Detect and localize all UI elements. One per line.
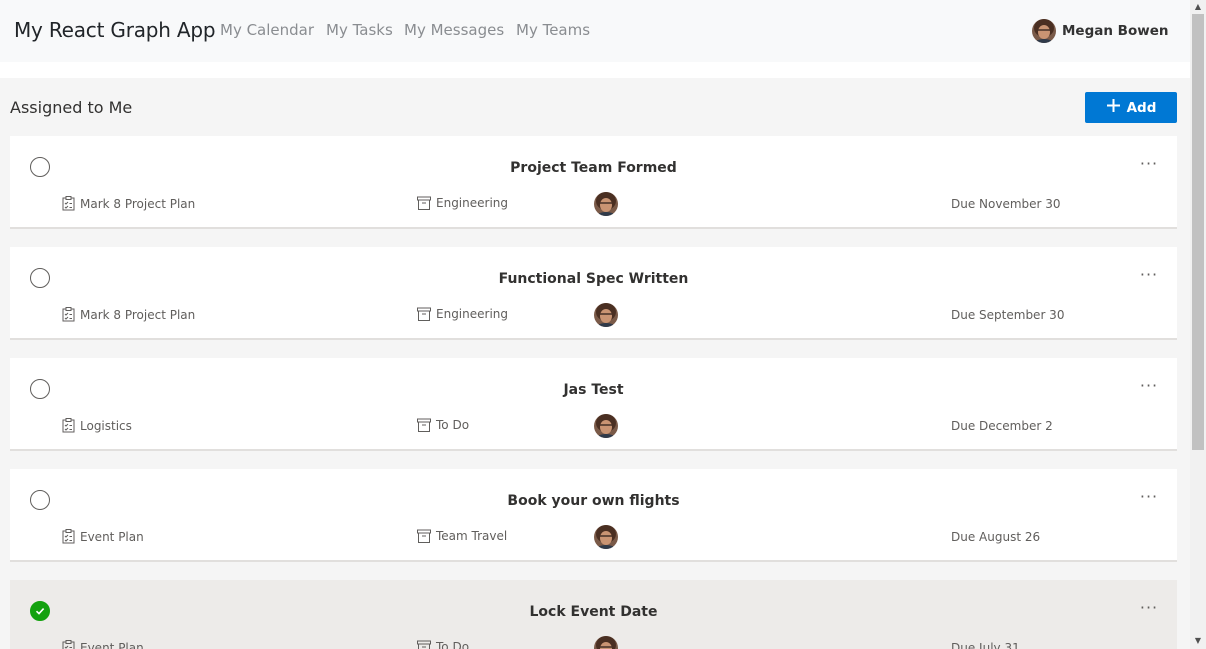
task-title: Book your own flights: [507, 493, 680, 509]
task-card[interactable]: Jas Test ··· Logistics To Do Due Decembe…: [10, 358, 1177, 451]
scrollbar-thumb[interactable]: [1192, 14, 1204, 450]
nav-link-messages[interactable]: My Messages: [404, 21, 504, 39]
archive-box-icon: [417, 307, 431, 321]
scroll-down-arrow-icon[interactable]: ▼: [1192, 635, 1204, 647]
assignee-avatar: [594, 636, 618, 649]
task-plan: Event Plan: [62, 640, 144, 649]
task-bucket: To Do: [417, 418, 469, 432]
add-task-button[interactable]: Add: [1085, 92, 1177, 123]
clipboard-list-icon: [62, 640, 75, 649]
bucket-name: To Do: [436, 418, 470, 432]
ellipsis-icon[interactable]: ···: [1138, 376, 1160, 395]
plan-name: Mark 8 Project Plan: [80, 307, 196, 322]
task-title: Project Team Formed: [510, 160, 677, 176]
app-brand[interactable]: My React Graph App: [14, 18, 216, 42]
bucket-name: To Do: [436, 640, 470, 649]
bucket-name: Engineering: [436, 196, 508, 210]
task-bucket: Engineering: [417, 196, 508, 210]
task-card[interactable]: Project Team Formed ··· Mark 8 Project P…: [10, 136, 1177, 229]
task-plan: Logistics: [62, 418, 132, 433]
due-date: Due July 31: [951, 641, 1020, 649]
archive-box-icon: [417, 529, 431, 543]
archive-box-icon: [417, 418, 431, 432]
due-date: Due August 26: [951, 530, 1041, 544]
top-navbar: My React Graph App My Calendar My Tasks …: [0, 0, 1190, 62]
plan-name: Event Plan: [80, 529, 144, 544]
archive-box-icon: [417, 196, 431, 210]
user-menu[interactable]: Megan Bowen: [1032, 18, 1168, 44]
plan-name: Event Plan: [80, 640, 144, 649]
task-title: Lock Event Date: [529, 604, 658, 620]
clipboard-list-icon: [62, 529, 75, 544]
add-button-label: Add: [1126, 99, 1157, 116]
clipboard-list-icon: [62, 307, 75, 322]
nav-link-tasks[interactable]: My Tasks: [326, 21, 393, 39]
task-plan: Mark 8 Project Plan: [62, 307, 195, 322]
ellipsis-icon[interactable]: ···: [1138, 598, 1160, 617]
archive-box-icon: [417, 640, 431, 649]
plus-icon: [1106, 96, 1121, 118]
task-plan: Mark 8 Project Plan: [62, 196, 195, 211]
task-bucket: Team Travel: [417, 529, 507, 543]
assignee-avatar: [594, 525, 618, 553]
user-name: Megan Bowen: [1062, 23, 1169, 39]
clipboard-list-icon: [62, 196, 75, 211]
task-bucket: To Do: [417, 640, 469, 649]
ellipsis-icon[interactable]: ···: [1138, 265, 1160, 284]
plan-name: Mark 8 Project Plan: [80, 196, 196, 211]
task-card[interactable]: Functional Spec Written ··· Mark 8 Proje…: [10, 247, 1177, 340]
section-title: Assigned to Me: [10, 98, 133, 117]
plan-name: Logistics: [80, 418, 132, 433]
task-title: Jas Test: [563, 382, 624, 398]
bucket-name: Engineering: [436, 307, 508, 321]
assignee-avatar: [594, 303, 618, 331]
user-avatar: [1032, 19, 1056, 43]
task-title: Functional Spec Written: [498, 271, 689, 287]
ellipsis-icon[interactable]: ···: [1138, 154, 1160, 173]
bucket-name: Team Travel: [436, 529, 508, 543]
task-card[interactable]: Lock Event Date ··· Event Plan To Do Due…: [10, 580, 1177, 649]
due-date: Due September 30: [951, 308, 1065, 322]
assignee-avatar: [594, 192, 618, 220]
clipboard-list-icon: [62, 418, 75, 433]
task-bucket: Engineering: [417, 307, 508, 321]
assignee-avatar: [594, 414, 618, 442]
due-date: Due November 30: [951, 197, 1061, 211]
scroll-up-arrow-icon[interactable]: ▲: [1192, 1, 1204, 13]
due-date: Due December 2: [951, 419, 1053, 433]
ellipsis-icon[interactable]: ···: [1138, 487, 1160, 506]
main-content: Assigned to Me Add Project Team Formed ·…: [0, 78, 1190, 649]
task-card[interactable]: Book your own flights ··· Event Plan Tea…: [10, 469, 1177, 562]
task-plan: Event Plan: [62, 529, 144, 544]
nav-link-teams[interactable]: My Teams: [516, 21, 590, 39]
nav-link-calendar[interactable]: My Calendar: [220, 21, 314, 39]
